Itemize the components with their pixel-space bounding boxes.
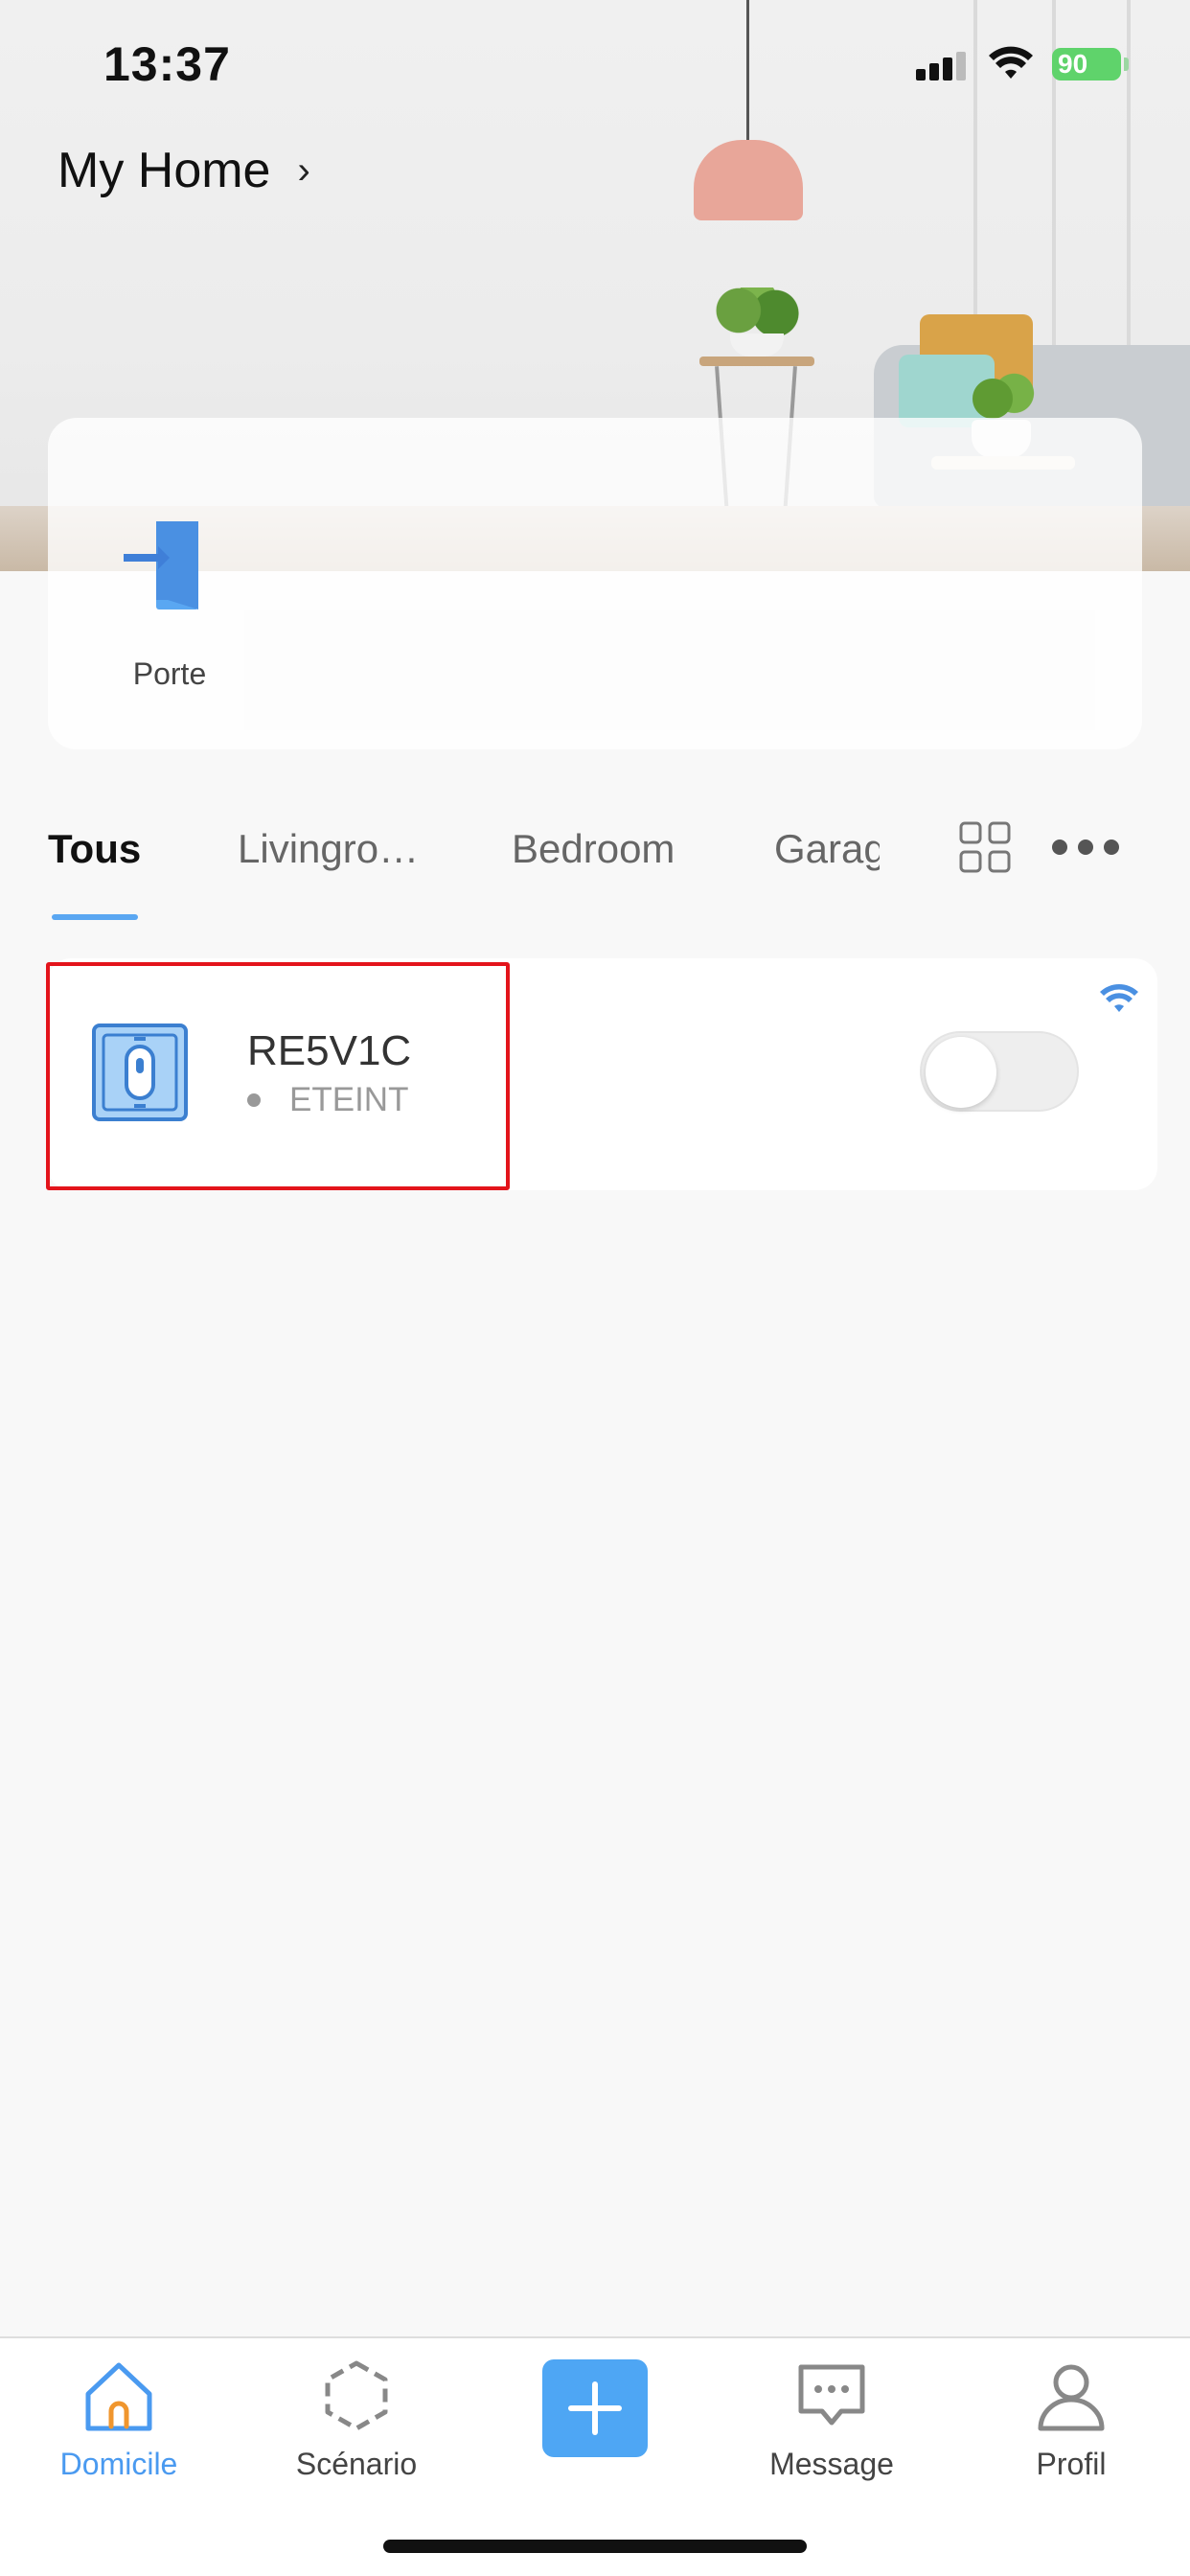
battery-tip <box>1124 58 1129 71</box>
home-icon <box>85 2362 152 2431</box>
add-device-button[interactable] <box>542 2359 648 2457</box>
device-power-toggle[interactable] <box>920 1031 1079 1112</box>
grid-view-icon[interactable] <box>958 820 1012 874</box>
profile-icon <box>1038 2364 1105 2431</box>
nav-label-profil: Profil <box>1036 2447 1107 2481</box>
scene-porte[interactable]: Porte <box>98 514 241 692</box>
tab-bedroom[interactable]: Bedroom <box>512 826 675 872</box>
nav-domicile[interactable]: Domicile <box>33 2358 205 2482</box>
tab-livingroom[interactable]: Livingro… <box>238 826 419 872</box>
tab-tous[interactable]: Tous <box>48 826 141 872</box>
toggle-knob <box>926 1037 996 1108</box>
nav-label-domicile: Domicile <box>59 2447 178 2481</box>
cellular-signal-icon <box>916 52 966 80</box>
status-bar: 13:37 90 <box>0 0 1190 126</box>
status-time: 13:37 <box>103 37 231 91</box>
quick-scenes-card: Porte <box>48 418 1142 749</box>
chevron-right-icon: › <box>297 149 310 192</box>
plus-icon <box>568 2381 622 2435</box>
device-selection-highlight <box>46 962 510 1190</box>
battery-icon: 90 <box>1052 48 1121 80</box>
nav-message[interactable]: Message <box>745 2358 918 2482</box>
device-wifi-icon <box>1100 984 1138 1012</box>
message-icon <box>798 2364 865 2426</box>
nav-label-message: Message <box>769 2447 894 2481</box>
home-title: My Home <box>57 143 271 198</box>
scene-label: Porte <box>132 656 207 691</box>
nav-label-scenario: Scénario <box>295 2447 418 2481</box>
door-enter-icon <box>124 521 198 610</box>
scenario-hexagon-icon <box>325 2360 388 2431</box>
home-selector[interactable]: My Home › <box>57 142 310 199</box>
active-tab-indicator <box>52 914 138 920</box>
tab-garage[interactable]: Garag <box>774 826 880 872</box>
wifi-icon <box>989 46 1033 79</box>
home-indicator <box>383 2540 807 2553</box>
nav-profil[interactable]: Profil <box>985 2358 1157 2482</box>
nav-scenario[interactable]: Scénario <box>270 2358 443 2482</box>
battery-level: 90 <box>1058 49 1088 79</box>
more-options-icon[interactable] <box>1052 840 1119 857</box>
